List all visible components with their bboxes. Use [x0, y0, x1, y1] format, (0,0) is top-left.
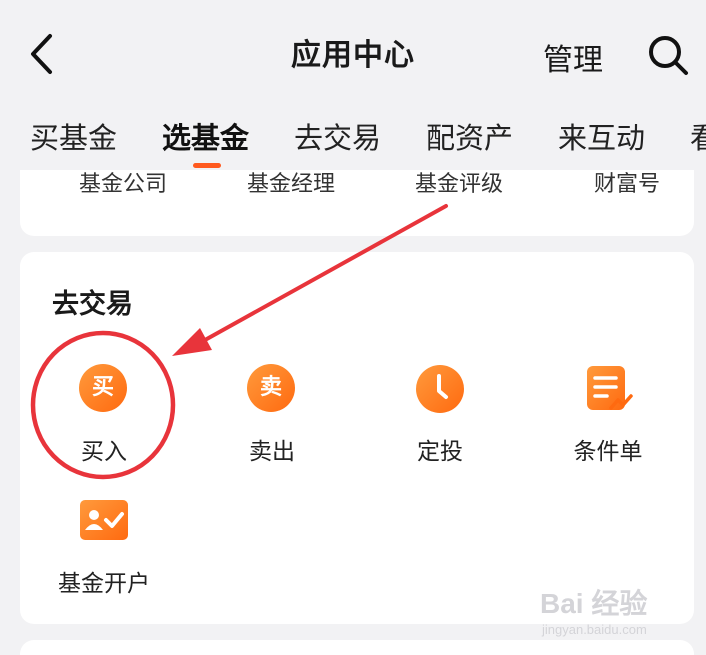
search-button[interactable] — [645, 32, 691, 78]
fund-manager-item[interactable]: 基金经理 — [221, 170, 361, 198]
category-tabs: 买基金 选基金 去交易 配资产 来互动 看 — [0, 115, 706, 170]
tab-go-trade[interactable]: 去交易 — [294, 115, 381, 157]
fund-rating-item[interactable]: 基金评级 — [389, 170, 529, 198]
auto-invest-item[interactable]: 定投 — [370, 364, 510, 466]
top-bar: 应用中心 管理 买基金 选基金 去交易 配资产 来互动 看 — [0, 0, 706, 180]
buy-icon: 买 — [79, 364, 129, 414]
sell-item[interactable]: 卖 卖出 — [202, 364, 342, 466]
section-title: 去交易 — [52, 289, 133, 320]
manage-button[interactable]: 管理 — [543, 35, 603, 79]
sell-label: 卖出 — [249, 439, 295, 465]
clock-icon — [415, 364, 465, 414]
fund-info-card: 基金公司 基金经理 基金评级 财富号 — [20, 170, 694, 236]
sell-icon: 卖 — [247, 364, 297, 414]
active-tab-indicator — [193, 163, 221, 168]
conditional-order-item[interactable]: 条件单 — [538, 364, 678, 466]
buy-label: 买入 — [81, 439, 127, 465]
conditional-order-label: 条件单 — [573, 439, 643, 465]
next-card — [20, 640, 694, 655]
tab-watch[interactable]: 看 — [690, 115, 706, 157]
tab-select-fund[interactable]: 选基金 — [162, 115, 249, 157]
account-verified-icon — [79, 496, 129, 546]
search-icon — [649, 36, 688, 75]
tab-buy-fund[interactable]: 买基金 — [30, 115, 117, 157]
fund-company-item[interactable]: 基金公司 — [53, 170, 193, 198]
trade-card: 去交易 买 买入 卖 卖出 定投 条件单 基金开户 — [20, 252, 694, 624]
baidu-jingyan-watermark: Bai 经验 jingyan.baidu.com — [540, 588, 648, 637]
tab-interact[interactable]: 来互动 — [558, 115, 645, 157]
open-account-item[interactable]: 基金开户 — [34, 496, 174, 598]
auto-invest-label: 定投 — [417, 439, 463, 465]
document-chart-icon — [583, 364, 633, 414]
open-account-label: 基金开户 — [58, 571, 150, 597]
tab-allocate-assets[interactable]: 配资产 — [426, 115, 513, 157]
buy-item[interactable]: 买 买入 — [34, 364, 174, 466]
wealth-account-item[interactable]: 财富号 — [557, 170, 694, 198]
